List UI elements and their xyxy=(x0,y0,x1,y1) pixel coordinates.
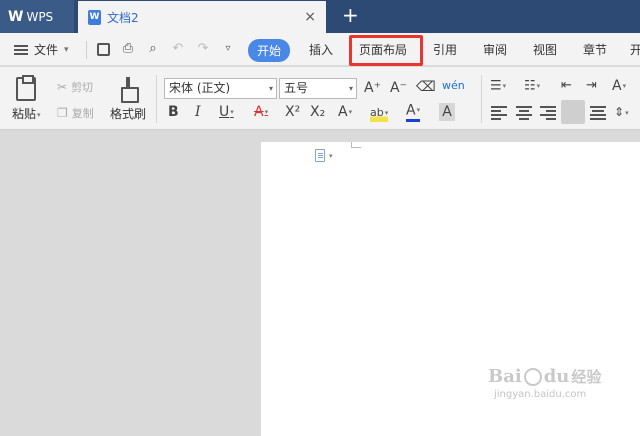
tab-insert[interactable]: 插入 xyxy=(309,41,333,58)
new-tab-button[interactable]: + xyxy=(342,4,359,26)
increase-indent-icon[interactable]: ⇥ xyxy=(586,77,597,95)
undo-icon[interactable]: ↶ xyxy=(170,41,186,57)
redo-icon[interactable]: ↷ xyxy=(195,41,211,57)
tab-home[interactable]: 开始 xyxy=(248,39,291,62)
strikethrough-label: A xyxy=(254,104,264,120)
tab-more[interactable]: 开 xyxy=(630,41,640,58)
word-document-icon: W xyxy=(88,9,101,25)
print-preview-icon[interactable]: ⌕ xyxy=(145,41,161,57)
bullet-list-icon[interactable]: ☰▾ xyxy=(490,77,506,96)
align-left-icon[interactable] xyxy=(491,106,507,120)
font-size-select[interactable]: 五号 ▾ xyxy=(279,78,357,99)
document-tab[interactable]: W 文档2 × xyxy=(78,1,326,33)
baidu-watermark: Bai du 经验 jingyan.baidu.com xyxy=(488,366,608,412)
save-icon[interactable] xyxy=(97,43,110,56)
underline-button[interactable]: U▾ xyxy=(219,103,234,121)
chevron-down-icon: ▾ xyxy=(329,151,333,160)
margin-corner-mark xyxy=(351,142,361,148)
text-effect-label: A xyxy=(338,104,348,120)
chevron-down-icon: ▾ xyxy=(348,84,353,93)
print-icon[interactable]: ⎙ xyxy=(120,41,136,57)
text-effect-button[interactable]: A▾ xyxy=(338,103,352,121)
hamburger-icon xyxy=(14,44,28,55)
ribbon-home: 粘贴▾ ✂ 剪切 ❐ 复制 格式刷 宋体 (正文) ▾ 五号 ▾ A⁺ A⁻ ⌫… xyxy=(0,67,640,130)
grow-font-button[interactable]: A⁺ xyxy=(364,79,381,97)
wps-logo-icon: W xyxy=(8,8,23,25)
wps-tab-label: WPS xyxy=(26,9,54,24)
wps-home-tab[interactable]: W WPS xyxy=(0,0,74,33)
shrink-font-button[interactable]: A⁻ xyxy=(390,79,407,97)
watermark-brand: Bai xyxy=(488,366,522,387)
clear-format-eraser-icon[interactable]: ⌫ xyxy=(416,78,436,96)
title-bar: W WPS W 文档2 × + xyxy=(0,0,640,33)
character-shading-button[interactable]: A xyxy=(439,103,455,121)
copy-label: 复制 xyxy=(71,107,94,120)
document-icon xyxy=(315,149,325,162)
bold-button[interactable]: B xyxy=(168,103,179,121)
font-name-value: 宋体 (正文) xyxy=(169,81,231,95)
font-size-value: 五号 xyxy=(284,81,309,95)
italic-button[interactable]: I xyxy=(195,103,201,121)
paste-label: 粘贴 xyxy=(12,107,37,121)
cut-button[interactable]: ✂ 剪切 xyxy=(57,79,93,95)
copy-icon: ❐ xyxy=(57,106,68,120)
divider xyxy=(86,41,87,59)
tab-review[interactable]: 审阅 xyxy=(483,41,507,58)
font-color-button[interactable]: A▾ xyxy=(406,102,421,122)
numbered-list-icon[interactable]: ☷▾ xyxy=(524,77,540,96)
font-color-label: A xyxy=(406,102,416,119)
underline-label: U xyxy=(219,104,230,120)
subscript-button[interactable]: X₂ xyxy=(310,103,325,121)
clipboard-icon xyxy=(16,75,37,101)
format-painter-button[interactable]: 格式刷 xyxy=(110,77,146,122)
close-tab-icon[interactable]: × xyxy=(304,9,316,25)
file-menu-button[interactable]: 文件 ▾ xyxy=(14,41,69,58)
scissors-icon: ✂ xyxy=(57,80,68,94)
divider xyxy=(481,75,482,123)
copy-button[interactable]: ❐ 复制 xyxy=(57,105,94,121)
font-name-select[interactable]: 宋体 (正文) ▾ xyxy=(164,78,277,99)
strikethrough-button[interactable]: A▾ xyxy=(254,103,268,121)
divider xyxy=(156,75,157,123)
paw-icon xyxy=(523,367,542,386)
chevron-down-icon: ▾ xyxy=(64,44,69,55)
paragraph-layout-button[interactable]: ▾ xyxy=(315,149,333,162)
watermark-brand-end: du xyxy=(543,366,570,387)
document-tab-label: 文档2 xyxy=(107,10,139,25)
cut-label: 剪切 xyxy=(71,81,94,94)
brush-icon xyxy=(118,77,139,103)
menu-bar: 文件 ▾ ⎙ ⌕ ↶ ↷ ▿ 开始 插入 页面布局 引用 审阅 视图 章节 开 xyxy=(0,33,640,66)
decrease-indent-icon[interactable]: ⇤ xyxy=(561,77,572,95)
highlight-color-button[interactable]: ab▾ xyxy=(370,104,389,122)
phonetic-guide-button[interactable]: wén xyxy=(442,77,465,95)
distributed-align-icon[interactable] xyxy=(590,106,606,120)
format-painter-label: 格式刷 xyxy=(110,107,147,121)
customize-toolbar-icon[interactable]: ▿ xyxy=(220,41,236,57)
baidu-logo: Bai du 经验 xyxy=(488,366,608,387)
superscript-button[interactable]: X² xyxy=(285,103,300,121)
file-menu-label: 文件 xyxy=(34,43,59,57)
paste-button[interactable]: 粘贴▾ xyxy=(12,75,41,122)
text-direction-icon[interactable]: A▾ xyxy=(612,77,626,95)
justify-active-indicator xyxy=(561,100,585,124)
highlight-label: ab xyxy=(370,106,384,119)
align-center-icon[interactable] xyxy=(516,106,532,120)
tab-section[interactable]: 章节 xyxy=(583,41,607,58)
watermark-cn: 经验 xyxy=(571,368,602,386)
align-right-icon[interactable] xyxy=(540,106,556,120)
highlight-annotation-box xyxy=(349,35,423,66)
line-spacing-icon[interactable]: ⇕▾ xyxy=(614,103,629,122)
tab-references[interactable]: 引用 xyxy=(433,41,457,58)
tab-view[interactable]: 视图 xyxy=(533,41,557,58)
chevron-down-icon: ▾ xyxy=(268,84,273,93)
watermark-url: jingyan.baidu.com xyxy=(494,389,587,400)
